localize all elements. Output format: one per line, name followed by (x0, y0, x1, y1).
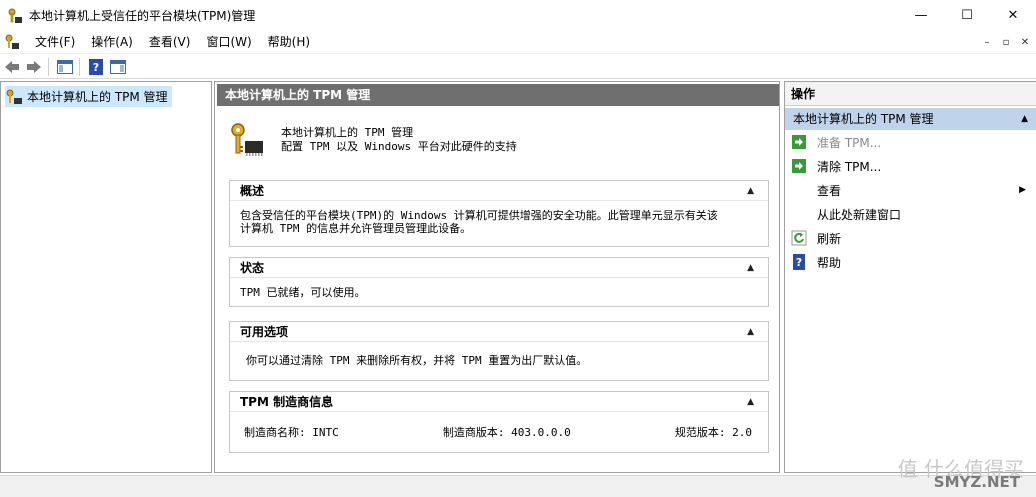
actions-pane: 操作 本地计算机上的 TPM 管理 ▲ 准备 TPM... 清除 TPM... … (784, 81, 1036, 473)
tree-item-tpm-management[interactable]: 本地计算机上的 TPM 管理 (5, 86, 172, 107)
show-hide-tree-button[interactable] (55, 57, 75, 77)
status-title: 状态 (240, 261, 265, 275)
show-hide-action-pane-button[interactable] (108, 57, 128, 77)
overview-title: 概述 (240, 184, 265, 198)
collapse-arrow-icon[interactable]: ▲ (747, 322, 754, 342)
menu-window[interactable]: 窗口(W) (198, 31, 259, 53)
action-label: 准备 TPM... (817, 135, 882, 150)
action-clear-tpm[interactable]: 清除 TPM... (785, 154, 1036, 178)
action-label: 从此处新建窗口 (817, 207, 902, 222)
refresh-icon (791, 230, 807, 246)
collapse-arrow-icon[interactable]: ▲ (747, 181, 754, 201)
actions-title: 操作 (785, 82, 1036, 106)
overview-text-line1: 包含受信任的平台模块(TPM)的 Windows 计算机可提供增强的安全功能。此… (240, 209, 718, 222)
collapse-arrow-icon[interactable]: ▲ (747, 258, 754, 278)
snapin-summary: 本地计算机上的 TPM 管理 配置 TPM 以及 Windows 平台对此硬件的… (217, 110, 777, 170)
action-prepare-tpm[interactable]: 准备 TPM... (785, 130, 1036, 154)
options-text: 你可以通过清除 TPM 来删除所有权，并将 TPM 重置为出厂默认值。 (246, 354, 588, 367)
maximize-button[interactable]: ☐ (944, 0, 990, 31)
tree-item-label: 本地计算机上的 TPM 管理 (27, 90, 168, 104)
svg-text:?: ? (796, 256, 802, 269)
actions-group-header[interactable]: 本地计算机上的 TPM 管理 ▲ (785, 108, 1036, 130)
action-label: 查看 (817, 183, 842, 198)
console-tree: 本地计算机上的 TPM 管理 (0, 81, 212, 473)
watermark-site: SMYZ.NET (933, 473, 1020, 491)
toolbar-separator (79, 57, 80, 76)
menu-view[interactable]: 查看(V) (141, 31, 199, 53)
action-help[interactable]: ? 帮助 (785, 250, 1036, 274)
toolbar: ? (0, 55, 1036, 79)
close-button[interactable]: ✕ (990, 0, 1036, 31)
green-arrow-icon (792, 159, 806, 173)
overview-text-line2: 计算机 TPM 的信息并允许管理员管理此设备。 (240, 222, 472, 235)
tpm-key-icon (6, 89, 22, 104)
collapse-arrow-icon[interactable]: ▲ (1021, 108, 1028, 130)
overview-section: 概述 ▲ 包含受信任的平台模块(TPM)的 Windows 计算机可提供增强的安… (229, 180, 769, 247)
toolbar-separator (48, 57, 49, 76)
action-pane-icon (110, 59, 126, 74)
submenu-arrow-icon: ▶ (1019, 185, 1026, 195)
options-title: 可用选项 (240, 325, 289, 339)
svg-text:?: ? (93, 61, 99, 74)
menu-bar: 文件(F) 操作(A) 查看(V) 窗口(W) 帮助(H) – ▫ ✕ (0, 31, 1036, 54)
summary-title: 本地计算机上的 TPM 管理 (281, 126, 414, 139)
console-tree-icon (57, 59, 73, 74)
manufacturer-section: TPM 制造商信息 ▲ 制造商名称: INTC 制造商版本: 403.0.0.0… (229, 391, 769, 453)
help-icon: ? (89, 58, 103, 75)
mdi-restore-button[interactable]: ▫ (997, 34, 1015, 51)
help-toolbar-button[interactable]: ? (86, 57, 106, 77)
console-key-icon[interactable] (4, 34, 20, 50)
action-refresh[interactable]: 刷新 (785, 226, 1036, 250)
status-bar (0, 475, 1036, 497)
title-bar: 本地计算机上受信任的平台模块(TPM)管理 — ☐ ✕ (0, 0, 1036, 31)
manufacturer-title: TPM 制造商信息 (240, 395, 334, 409)
window-title: 本地计算机上受信任的平台模块(TPM)管理 (29, 9, 256, 23)
forward-arrow-icon (27, 60, 41, 73)
summary-description: 配置 TPM 以及 Windows 平台对此硬件的支持 (281, 140, 517, 153)
help-icon: ? (793, 254, 805, 270)
action-label: 帮助 (817, 255, 842, 270)
status-text: TPM 已就绪，可以使用。 (240, 286, 366, 299)
manufacturer-name: 制造商名称: INTC (244, 426, 339, 439)
action-view[interactable]: 查看 ▶ (785, 178, 1036, 202)
back-arrow-icon (5, 60, 19, 73)
minimize-button[interactable]: — (898, 0, 944, 31)
forward-button[interactable] (24, 57, 44, 77)
action-new-window[interactable]: 从此处新建窗口 (785, 202, 1036, 226)
menu-file[interactable]: 文件(F) (27, 31, 83, 53)
menu-action[interactable]: 操作(A) (83, 31, 141, 53)
action-label: 清除 TPM... (817, 159, 882, 174)
tpm-chip-key-icon (231, 123, 263, 156)
collapse-arrow-icon[interactable]: ▲ (747, 392, 754, 412)
actions-group-label: 本地计算机上的 TPM 管理 (793, 112, 934, 126)
manufacturer-version: 制造商版本: 403.0.0.0 (442, 426, 571, 439)
menu-help[interactable]: 帮助(H) (260, 31, 318, 53)
back-button[interactable] (2, 57, 22, 77)
tpm-key-icon (8, 8, 22, 23)
spec-version: 规范版本: 2.0 (674, 426, 752, 439)
action-label: 刷新 (817, 231, 842, 246)
results-pane-header: 本地计算机上的 TPM 管理 (217, 84, 779, 106)
mdi-close-button[interactable]: ✕ (1016, 34, 1034, 51)
green-arrow-icon (792, 135, 806, 149)
results-pane: 本地计算机上的 TPM 管理 本地计算机上的 TPM 管理 配置 TPM 以及 … (214, 81, 780, 473)
status-section: 状态 ▲ TPM 已就绪，可以使用。 (229, 257, 769, 307)
options-section: 可用选项 ▲ 你可以通过清除 TPM 来删除所有权，并将 TPM 重置为出厂默认… (229, 321, 769, 381)
mdi-minimize-button[interactable]: – (978, 34, 996, 51)
